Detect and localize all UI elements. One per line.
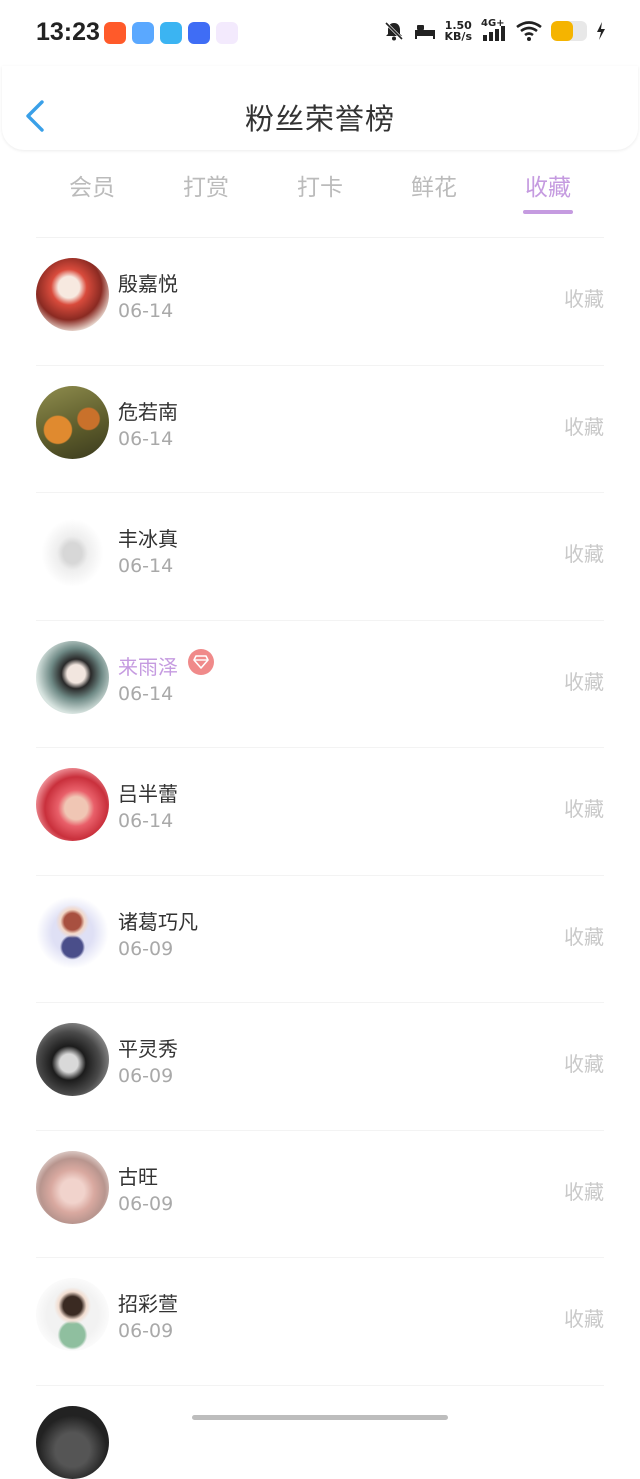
favorite-label: 收藏 [564, 287, 604, 311]
active-tab-indicator [523, 210, 573, 214]
battery-level [551, 21, 573, 41]
list-item[interactable]: 丰冰真 06-14 收藏 [0, 493, 640, 621]
tab-label: 打赏 [183, 175, 229, 201]
charging-icon [597, 22, 605, 40]
fan-name: 殷嘉悦 [118, 272, 178, 296]
notification-app-icons [104, 22, 238, 44]
favorite-label: 收藏 [564, 414, 604, 439]
fan-name: 招彩萱 [118, 1292, 178, 1316]
avatar[interactable] [36, 513, 109, 586]
avatar[interactable] [36, 1278, 109, 1351]
list-item[interactable]: 古旺 06-09 收藏 [0, 1131, 640, 1258]
vivo-app-icon [188, 22, 210, 44]
status-bar: 13:23 1.50 KB/s 4G+ [0, 0, 640, 66]
list-item[interactable]: 诸葛巧凡 06-09 收藏 [0, 876, 640, 1003]
fan-date: 06-14 [118, 300, 174, 322]
fan-date: 06-09 [118, 1065, 174, 1087]
fan-date: 06-14 [118, 555, 174, 577]
taobao-app-icon [104, 22, 126, 44]
fan-date: 06-09 [118, 1192, 174, 1215]
bell-off-icon [384, 21, 403, 41]
fan-date: 06-14 [118, 682, 174, 705]
fan-date: 06-14 [118, 810, 174, 832]
home-indicator[interactable] [192, 1415, 448, 1420]
favorite-label: 收藏 [564, 669, 604, 694]
avatar[interactable] [36, 1405, 109, 1479]
favorite-label: 收藏 [564, 542, 604, 566]
list-item[interactable]: 殷嘉悦 06-14 收藏 [0, 238, 640, 366]
tab-label: 会员 [69, 175, 115, 201]
tab-checkin[interactable]: 打卡 [275, 168, 365, 202]
tab-member[interactable]: 会员 [47, 168, 137, 202]
fan-name: 平灵秀 [118, 1037, 178, 1061]
page-title: 粉丝荣誉榜 [244, 102, 395, 136]
fan-date: 06-09 [118, 937, 174, 960]
avatar[interactable] [36, 385, 109, 459]
fan-name: 吕半蕾 [118, 782, 178, 806]
signal-group: 4G+ [481, 18, 507, 42]
tab-label: 收藏 [525, 175, 571, 201]
list-item[interactable]: 平灵秀 06-09 收藏 [0, 1003, 640, 1131]
battery-icon [551, 21, 587, 41]
avatar[interactable] [36, 1023, 109, 1096]
favorite-label: 收藏 [564, 1052, 604, 1076]
fan-name: 丰冰真 [118, 527, 178, 551]
tab-favorites[interactable]: 收藏 [503, 168, 593, 214]
tab-label: 鲜花 [411, 175, 457, 201]
favorite-label: 收藏 [564, 797, 604, 821]
avatar[interactable] [36, 1150, 109, 1224]
fan-name: 危若南 [118, 399, 178, 424]
status-time: 13:23 [36, 18, 100, 46]
tab-bar: 会员 打赏 打卡 鲜花 收藏 [0, 168, 640, 220]
fan-date: 06-09 [118, 1320, 174, 1342]
tab-flowers[interactable]: 鲜花 [389, 168, 479, 202]
list-item[interactable]: 招彩萱 06-09 收藏 [0, 1258, 640, 1386]
fan-list: 殷嘉悦 06-14 收藏 危若南 06-14 收藏 丰冰真 06-14 收藏 来… [0, 238, 640, 1479]
tab-reward[interactable]: 打赏 [161, 168, 251, 202]
avatar[interactable] [36, 895, 109, 969]
fan-name: 诸葛巧凡 [118, 909, 198, 934]
tab-label: 打卡 [297, 175, 343, 201]
avatar[interactable] [36, 768, 109, 841]
messages-app-icon [160, 22, 182, 44]
list-item[interactable]: 吕半蕾 06-14 收藏 [0, 748, 640, 876]
favorite-label: 收藏 [564, 1179, 604, 1204]
status-indicators: 1.50 KB/s 4G+ [383, 18, 606, 42]
fan-name: 来雨泽 [118, 654, 178, 679]
avatar[interactable] [36, 258, 109, 331]
fan-date: 06-14 [118, 427, 174, 450]
diamond-icon [193, 654, 209, 669]
wifi-icon [516, 21, 542, 41]
header: 粉丝荣誉榜 [2, 66, 638, 150]
crown-app-icon [216, 22, 238, 44]
fan-name: 古旺 [118, 1164, 158, 1189]
vip-badge [188, 648, 214, 675]
bed-icon [414, 25, 435, 39]
avatar[interactable] [36, 640, 109, 714]
signal-icon [483, 26, 505, 41]
list-item[interactable]: 危若南 06-14 收藏 [0, 366, 640, 493]
files-app-icon [132, 22, 154, 44]
network-speed: 1.50 KB/s [445, 20, 472, 42]
speed-unit: KB/s [444, 30, 472, 43]
favorite-label: 收藏 [564, 1307, 604, 1331]
favorite-label: 收藏 [564, 924, 604, 949]
list-item[interactable]: 来雨泽 06-14 收藏 [0, 621, 640, 748]
